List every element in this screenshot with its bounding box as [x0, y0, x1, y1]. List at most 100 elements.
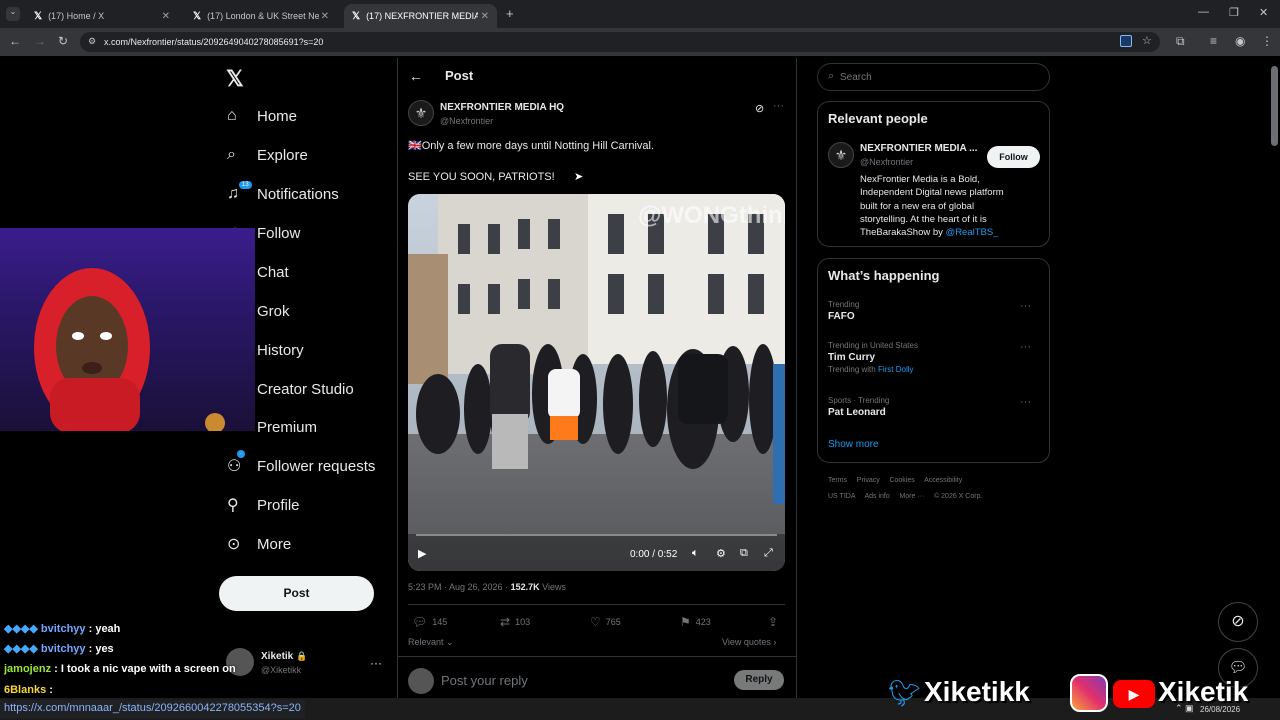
nav-label: History: [257, 341, 304, 359]
nav-more[interactable]: ⊙ More: [227, 529, 291, 559]
site-info-icon[interactable]: ⚙: [88, 36, 96, 47]
trend-extra-link[interactable]: First Dolly: [878, 365, 914, 374]
minimize-icon[interactable]: —: [1198, 6, 1209, 18]
repost-icon: ⇄: [500, 615, 511, 629]
reply-input[interactable]: Post your reply: [441, 673, 528, 688]
play-icon[interactable]: ▶: [418, 547, 426, 560]
bio-line: storytelling. At the heart of it is: [860, 213, 987, 225]
trend-name: FAFO: [828, 311, 855, 322]
tab-close-icon[interactable]: ✕: [162, 11, 170, 22]
status-bar-url: https://x.com/mnnaaar_/status/2092660042…: [0, 700, 305, 718]
nav-explore[interactable]: ⌕ Explore: [227, 140, 308, 170]
x-logo-icon[interactable]: 𝕏: [226, 66, 244, 92]
trend-more-icon[interactable]: ···: [1020, 300, 1031, 312]
post-more-icon[interactable]: ···: [773, 100, 784, 112]
divider: [408, 604, 785, 605]
tab-close-icon[interactable]: ✕: [481, 11, 489, 22]
post-button[interactable]: Post: [219, 576, 374, 611]
tab-search-button[interactable]: ⌄: [6, 7, 20, 21]
chat-badge-icons: ◆◆◆◆: [4, 643, 41, 655]
author-handle[interactable]: @Nexfrontier: [440, 116, 493, 126]
author-name[interactable]: NEXFRONTIER MEDIA HQ: [440, 102, 564, 113]
lock-icon: 🔒: [296, 651, 308, 661]
tab-close-icon[interactable]: ✕: [321, 11, 329, 22]
new-tab-icon[interactable]: +: [506, 6, 514, 21]
search-icon: ⌕: [828, 70, 835, 82]
menu-icon[interactable]: ⋮: [1261, 34, 1273, 48]
tab-london-news[interactable]: 𝕏 (17) London & UK Street News ✕: [185, 4, 337, 28]
translate-icon[interactable]: [1120, 35, 1132, 47]
tab-home[interactable]: 𝕏 (17) Home / X ✕: [26, 4, 178, 28]
nav-follower-requests[interactable]: ⚇ · Follower requests: [227, 450, 375, 481]
nav-label: Grok: [257, 302, 290, 320]
settings-gear-icon[interactable]: ⚙: [716, 547, 726, 560]
trend-context: Trending: [828, 300, 860, 309]
volume-icon[interactable]: 🔈︎: [692, 547, 699, 560]
trend-item[interactable]: Trending in United States Tim Curry Tren…: [828, 341, 1043, 379]
right-divider: [796, 58, 797, 698]
tab-nexfrontier[interactable]: 𝕏 (17) NEXFRONTIER MEDIA HQ ✕: [344, 4, 497, 28]
video-time: 0:00 / 0:52: [630, 549, 678, 560]
trend-more-icon[interactable]: ···: [1020, 396, 1031, 408]
trend-item[interactable]: Trending FAFO ···: [828, 300, 1043, 328]
footer-links[interactable]: Terms Privacy Cookies Accessibility: [828, 477, 962, 484]
grok-explain-icon[interactable]: ⊘: [755, 102, 764, 115]
bookmark-star-icon[interactable]: ☆: [1142, 34, 1152, 47]
forward-icon[interactable]: →: [34, 34, 46, 48]
nav-notifications[interactable]: ♫ 13 Notifications: [227, 179, 339, 209]
reply-icon: 💬︎: [412, 615, 428, 629]
repost-action[interactable]: ⇄ 103: [500, 615, 530, 629]
media-icon[interactable]: ≡: [1210, 34, 1217, 48]
nav-label: Explore: [257, 146, 308, 164]
address-bar[interactable]: ⚙ x.com/Nexfrontier/status/2092649040278…: [80, 32, 1160, 52]
reload-icon[interactable]: ↻: [58, 34, 68, 48]
footer-links[interactable]: US TIDA Ads info More ··· © 2026 X Corp.: [828, 493, 982, 500]
nav-profile[interactable]: ⚲ Profile: [227, 490, 300, 520]
author-avatar[interactable]: ⚜: [408, 100, 434, 126]
window-close-icon[interactable]: ✕: [1259, 6, 1268, 19]
bookmark-action[interactable]: ⚑ 423: [680, 615, 711, 629]
grok-floating-icon[interactable]: ⊘: [1218, 602, 1258, 642]
view-quotes-link[interactable]: View quotes ›: [722, 637, 776, 647]
repost-count: 103: [515, 617, 531, 627]
back-icon[interactable]: ←: [9, 34, 21, 48]
person-avatar[interactable]: ⚜: [828, 142, 854, 168]
bio-line: TheBarakaShow by: [860, 227, 946, 239]
extensions-icon[interactable]: ⧉: [1176, 34, 1185, 49]
follow-button[interactable]: Follow: [987, 146, 1040, 168]
nav-home[interactable]: ⌂ Home: [227, 101, 297, 131]
search-input[interactable]: Search: [840, 72, 872, 83]
search-box[interactable]: ⌕ Search: [817, 63, 1050, 91]
fullscreen-icon[interactable]: ⤢: [764, 547, 773, 560]
bio-mention-link[interactable]: @RealTBS_: [946, 227, 999, 238]
share-action[interactable]: ⇪: [768, 615, 778, 629]
profile-icon[interactable]: ◉: [1235, 34, 1245, 48]
video-player[interactable]: @WONGthink ▶ 0:00 / 0:52 🔈︎ ⚙ ⧉ ⤢: [408, 194, 785, 571]
browser-tab-bar: ⌄ 𝕏 (17) Home / X ✕ 𝕏 (17) London & UK S…: [0, 0, 1280, 28]
x-favicon-icon: 𝕏: [193, 10, 202, 22]
views-count: 152.7K: [510, 582, 540, 592]
restore-icon[interactable]: ❐: [1229, 6, 1239, 19]
reply-action[interactable]: 💬︎ 145: [412, 615, 447, 629]
whats-happening-card: What’s happening Trending FAFO ··· Trend…: [817, 258, 1050, 463]
follower-requests-icon: ⚇ ·: [227, 450, 257, 476]
trend-more-icon[interactable]: ···: [1020, 341, 1031, 353]
instagram-icon: [1070, 674, 1108, 712]
like-action[interactable]: ♡ 765: [590, 615, 621, 629]
bookmark-icon: ⚑: [680, 615, 691, 629]
account-name[interactable]: Xiketik 🔒: [261, 651, 307, 662]
back-arrow-icon[interactable]: ←: [409, 68, 423, 84]
reply-button[interactable]: Reply: [734, 670, 784, 690]
person-name[interactable]: NEXFRONTIER MEDIA ...: [860, 143, 977, 154]
show-more-link[interactable]: Show more: [828, 439, 879, 450]
nav-label: Premium: [257, 418, 318, 436]
url-text: x.com/Nexfrontier/status/209264904027808…: [104, 37, 324, 47]
person-handle[interactable]: @Nexfrontier: [860, 157, 913, 167]
notification-badge: 13: [239, 181, 252, 189]
page-scrollbar[interactable]: [1271, 66, 1278, 146]
picture-in-picture-icon[interactable]: ⧉: [740, 547, 748, 560]
account-menu-icon[interactable]: ···: [370, 656, 382, 670]
replies-sort[interactable]: Relevant ⌄: [408, 637, 454, 648]
trend-item[interactable]: Sports · Trending Pat Leonard ···: [828, 396, 1043, 424]
sort-label: Relevant: [408, 637, 444, 647]
